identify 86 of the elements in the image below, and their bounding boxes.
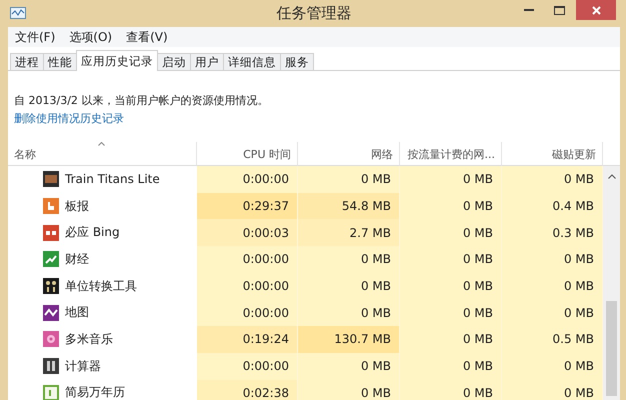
table-cell: 130.7 MB <box>298 326 400 353</box>
minimize-icon <box>524 9 534 11</box>
app-icon <box>43 198 59 214</box>
table-cell: 0 MB <box>502 352 603 380</box>
app-icon <box>43 224 59 241</box>
app-icon <box>10 7 26 19</box>
menu-item[interactable]: 文件(F) <box>10 28 60 46</box>
scrollbar[interactable] <box>603 166 620 400</box>
table-cell: 54.8 MB <box>298 192 400 220</box>
app-name-text: 板报 <box>65 198 89 215</box>
table-cell: 0.4 MB <box>502 192 603 220</box>
column-header[interactable]: 名称 <box>8 142 197 166</box>
window-title: 任务管理器 <box>276 4 352 23</box>
table-cell: 0 MB <box>400 192 502 220</box>
table-cell: 0 MB <box>400 166 502 193</box>
app-name[interactable]: 简易万年历 <box>8 380 197 400</box>
app-name-text: 必应 Bing <box>65 224 120 242</box>
app-name[interactable]: 地图 <box>8 299 197 326</box>
app-name-text: Train Titans Lite <box>65 172 160 186</box>
table-cell: 0 MB <box>298 166 400 193</box>
app-icon <box>43 331 59 348</box>
table-cell: 0 MB <box>400 352 502 380</box>
table-cell: 0 MB <box>400 246 502 273</box>
table-cell: 0 MB <box>400 380 502 400</box>
close-button[interactable] <box>576 0 616 20</box>
app-icon <box>43 251 59 268</box>
table-cell: 0 MB <box>502 272 603 300</box>
app-name[interactable]: 必应 Bing <box>8 219 197 246</box>
table-cell: 0 MB <box>298 380 400 400</box>
close-icon <box>592 6 600 14</box>
scroll-thumb[interactable] <box>606 301 617 396</box>
tab[interactable]: 进程 <box>10 53 44 70</box>
table-cell: 0:00:00 <box>197 272 298 300</box>
table-cell: 0 MB <box>502 299 603 326</box>
table-cell: 0 MB <box>502 166 603 193</box>
table-cell: 0 MB <box>502 246 603 273</box>
scroll-up-icon[interactable] <box>608 174 616 179</box>
menu-item[interactable]: 选项(O) <box>64 28 118 46</box>
app-name[interactable]: 多米音乐 <box>8 326 197 353</box>
app-icon <box>43 278 59 294</box>
table-cell: 0:00:00 <box>197 352 298 380</box>
table-cell: 2.7 MB <box>298 219 400 246</box>
table-cell: 0 MB <box>400 299 502 326</box>
usage-info-text: 自 2013/3/2 以来，当前用户帐户的资源使用情况。 <box>14 93 270 108</box>
maximize-icon <box>554 6 564 14</box>
app-icon <box>43 384 59 400</box>
app-icon <box>43 358 59 374</box>
app-icon <box>43 304 59 321</box>
app-name[interactable]: 财经 <box>8 246 197 273</box>
table-cell: 0 MB <box>298 246 400 273</box>
table-cell: 0 MB <box>298 299 400 326</box>
table-cell: 0:19:24 <box>197 326 298 353</box>
app-name-text: 多米音乐 <box>65 330 113 348</box>
app-name-text: 计算器 <box>65 358 101 375</box>
table-cell: 0:00:00 <box>197 299 298 326</box>
tab[interactable]: 启动 <box>157 53 191 70</box>
tab[interactable]: 用户 <box>190 53 224 70</box>
table-cell: 0 MB <box>400 219 502 246</box>
delete-history-link[interactable]: 删除使用情况历史记录 <box>14 111 124 126</box>
table-cell: 0:00:03 <box>197 219 298 246</box>
app-name-text: 地图 <box>65 304 89 322</box>
app-icon <box>43 171 59 188</box>
tab[interactable]: 服务 <box>280 53 314 70</box>
app-name-text: 单位转换工具 <box>65 278 137 295</box>
app-name-text: 简易万年历 <box>65 384 125 400</box>
table-cell: 0:29:37 <box>197 192 298 220</box>
app-name[interactable]: 板报 <box>8 192 197 220</box>
tab[interactable]: 详细信息 <box>223 53 281 70</box>
tab[interactable]: 性能 <box>43 53 77 70</box>
table-cell: 0.5 MB <box>502 326 603 353</box>
table-cell: 0:00:00 <box>197 166 298 193</box>
table-cell: 0:00:00 <box>197 246 298 273</box>
tab[interactable]: 应用历史记录 <box>76 50 158 71</box>
app-name[interactable]: Train Titans Lite <box>8 166 197 193</box>
app-name[interactable]: 单位转换工具 <box>8 272 197 300</box>
table-cell: 0.3 MB <box>502 219 603 246</box>
app-name[interactable]: 计算器 <box>8 352 197 380</box>
table-cell: 0 MB <box>298 352 400 380</box>
table-cell: 0 MB <box>400 326 502 353</box>
table-cell: 0:02:38 <box>197 380 298 400</box>
menu-item[interactable]: 查看(V) <box>121 28 173 46</box>
app-name-text: 财经 <box>65 250 89 268</box>
table-cell: 0 MB <box>502 380 603 400</box>
table-cell: 0 MB <box>298 272 400 300</box>
table-cell: 0 MB <box>400 272 502 300</box>
sort-caret-icon <box>98 142 105 146</box>
